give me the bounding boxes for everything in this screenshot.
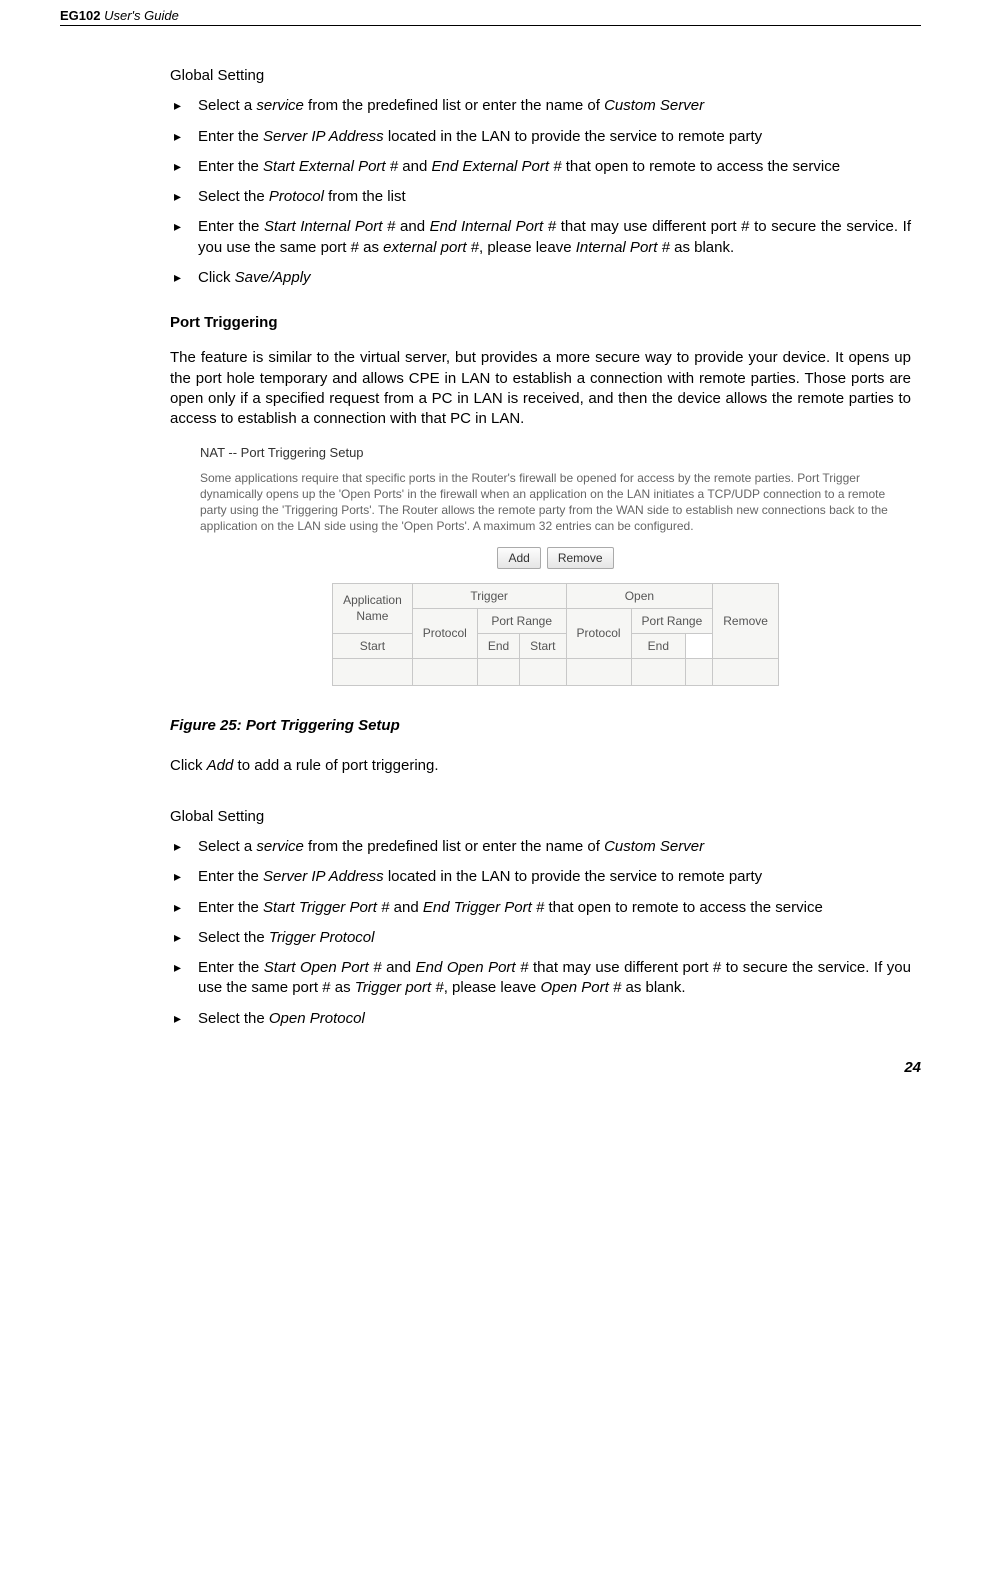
col-open-start: Start <box>520 633 566 658</box>
list-item: Enter the Start External Port # and End … <box>170 157 911 177</box>
page-number: 24 <box>60 1059 921 1076</box>
col-remove: Remove <box>713 583 779 659</box>
header-suffix: User's Guide <box>100 8 178 23</box>
list-item: Enter the Server IP Address located in t… <box>170 127 911 147</box>
figure-caption: Figure 25: Port Triggering Setup <box>170 716 911 736</box>
page-header: EG102 User's Guide <box>60 0 921 26</box>
table-row <box>333 659 779 686</box>
list-item: Select the Protocol from the list <box>170 187 911 207</box>
col-app-label: Application <box>343 592 402 608</box>
global-setting-2-list: Select a service from the predefined lis… <box>170 837 911 1029</box>
col-trigger-end: End <box>477 633 519 658</box>
list-item: Enter the Server IP Address located in t… <box>170 867 911 887</box>
col-application: Application Name <box>333 583 413 633</box>
list-item: Select a service from the predefined lis… <box>170 96 911 116</box>
list-item: Enter the Start Open Port # and End Open… <box>170 958 911 999</box>
list-item: Select a service from the predefined lis… <box>170 837 911 857</box>
embed-title: NAT -- Port Triggering Setup <box>200 444 911 462</box>
add-button[interactable]: Add <box>497 547 540 569</box>
col-name-label: Name <box>343 608 402 624</box>
list-item: Select the Open Protocol <box>170 1009 911 1029</box>
global-setting-2-title: Global Setting <box>170 807 911 827</box>
port-trigger-table: Application Name Trigger Open Remove Pro… <box>332 583 779 687</box>
port-triggering-desc: The feature is similar to the virtual se… <box>170 348 911 429</box>
col-open-portrange: Port Range <box>631 608 713 633</box>
list-item: Enter the Start Trigger Port # and End T… <box>170 898 911 918</box>
embed-desc: Some applications require that specific … <box>200 470 911 535</box>
embed-button-row: Add Remove <box>406 547 706 569</box>
col-trigger-portrange: Port Range <box>477 608 566 633</box>
col-open-end: End <box>631 633 686 658</box>
col-trigger: Trigger <box>412 583 566 608</box>
list-item: Click Save/Apply <box>170 268 911 288</box>
col-trigger-start: Start <box>333 633 413 658</box>
col-open-protocol: Protocol <box>566 608 631 658</box>
global-setting-1-title: Global Setting <box>170 66 911 86</box>
col-trigger-protocol: Protocol <box>412 608 477 658</box>
list-item: Enter the Start Internal Port # and End … <box>170 217 911 258</box>
page: EG102 User's Guide Global Setting Select… <box>0 0 981 1096</box>
header-model: EG102 <box>60 8 100 23</box>
port-triggering-screenshot: NAT -- Port Triggering Setup Some applic… <box>200 444 911 686</box>
global-setting-1-list: Select a service from the predefined lis… <box>170 96 911 288</box>
content-area: Global Setting Select a service from the… <box>170 66 911 1029</box>
list-item: Select the Trigger Protocol <box>170 928 911 948</box>
col-open: Open <box>566 583 713 608</box>
click-add-text: Click Add to add a rule of port triggeri… <box>170 756 911 776</box>
remove-button[interactable]: Remove <box>547 547 614 569</box>
port-triggering-title: Port Triggering <box>170 313 911 333</box>
